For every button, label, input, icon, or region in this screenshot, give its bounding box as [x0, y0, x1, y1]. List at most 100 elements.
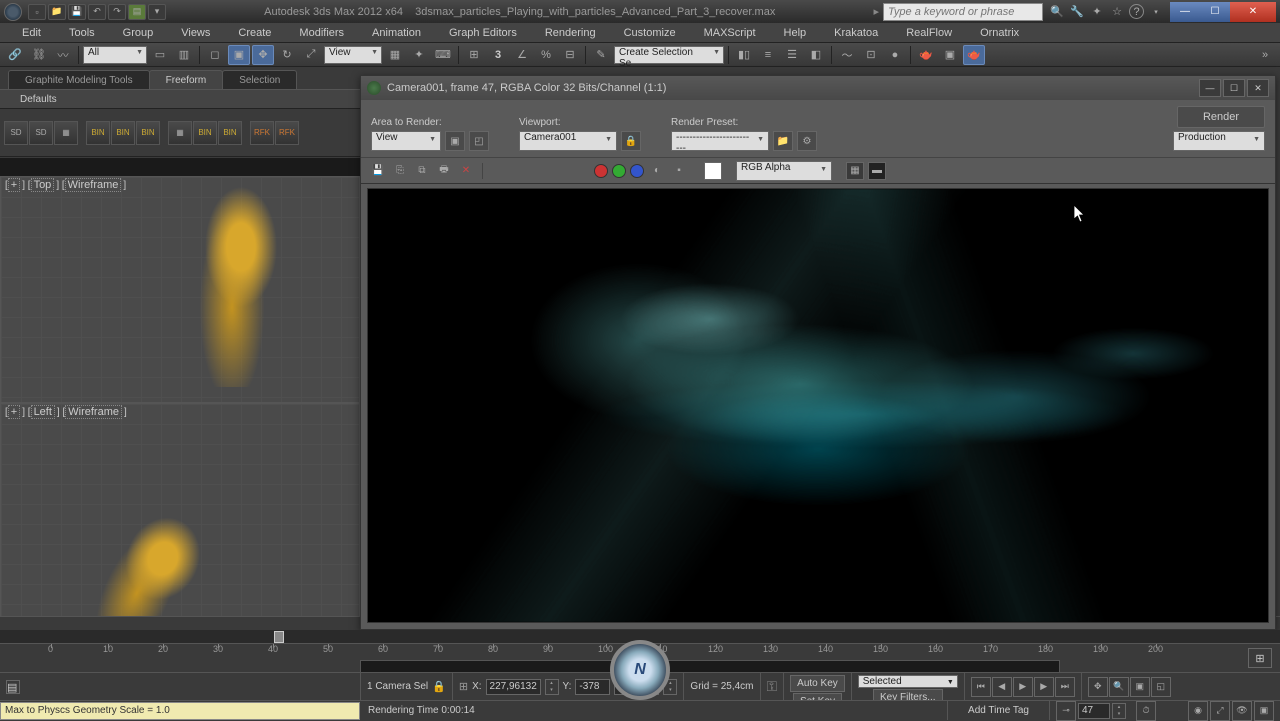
menu-help[interactable]: Help — [770, 25, 821, 41]
production-combo[interactable]: Production — [1173, 131, 1265, 151]
nav-orbit-icon[interactable]: ◉ — [1188, 701, 1208, 721]
preset-load-icon[interactable]: 📁 — [773, 131, 793, 151]
select-name-icon[interactable]: ▥ — [173, 45, 195, 65]
nav-maxtoggle-icon[interactable]: ▣ — [1254, 701, 1274, 721]
ref-coord-combo[interactable]: View — [324, 46, 382, 64]
move-icon[interactable]: ✥ — [252, 45, 274, 65]
time-slider-thumb[interactable] — [274, 631, 284, 643]
qat-save[interactable]: 💾 — [68, 4, 86, 20]
toggle-ui-icon[interactable]: ▬ — [868, 162, 886, 180]
menu-realflow[interactable]: RealFlow — [892, 25, 966, 41]
ribbon-btn-2[interactable]: SD — [29, 121, 53, 145]
menu-edit[interactable]: Edit — [8, 25, 55, 41]
binoculars-icon[interactable]: 🔍 — [1049, 4, 1065, 20]
channel-red[interactable] — [594, 164, 608, 178]
align-icon[interactable]: ≡ — [757, 45, 779, 65]
nav-walk-icon[interactable]: 👁 — [1232, 701, 1252, 721]
ribbon-btn-11[interactable]: RFK — [275, 121, 299, 145]
window-crossing-icon[interactable]: ▣ — [228, 45, 250, 65]
qat-undo[interactable]: ↶ — [88, 4, 106, 20]
goto-end-icon[interactable]: ⏭ — [1055, 677, 1075, 697]
tab-selection[interactable]: Selection — [222, 70, 297, 89]
wrench-icon[interactable]: 🔧 — [1069, 4, 1085, 20]
menu-krakatoa[interactable]: Krakatoa — [820, 25, 892, 41]
toolbar-overflow-icon[interactable]: » — [1254, 45, 1276, 65]
select-region-icon[interactable]: ◻ — [204, 45, 226, 65]
clear-icon[interactable]: ✕ — [457, 162, 475, 180]
layers-icon[interactable]: ☰ — [781, 45, 803, 65]
viewport-left-label[interactable]: [+] [Left] [Wireframe] — [5, 406, 127, 418]
mirror-icon[interactable]: ▮▯ — [733, 45, 755, 65]
x-coord-input[interactable] — [486, 679, 541, 695]
selection-filter-combo[interactable]: All — [83, 46, 147, 64]
viewport-combo[interactable]: Camera001 — [519, 131, 617, 151]
auto-key-button[interactable]: Auto Key — [790, 675, 845, 692]
add-time-tag[interactable]: Add Time Tag — [947, 701, 1050, 720]
window-close[interactable]: ✕ — [1230, 2, 1276, 22]
lock-icon[interactable]: 🔒 — [621, 131, 641, 151]
qat-open[interactable]: 📁 — [48, 4, 66, 20]
next-frame-icon[interactable]: ▶ — [1034, 677, 1054, 697]
window-maximize[interactable]: ☐ — [1200, 2, 1230, 22]
mono-icon[interactable]: ▪ — [670, 162, 688, 180]
ribbon-btn-1[interactable]: SD — [4, 121, 28, 145]
app-icon[interactable] — [4, 3, 22, 21]
qat-project[interactable]: ▤ — [128, 4, 146, 20]
help-search-input[interactable] — [883, 3, 1043, 21]
ribbon-btn-8[interactable]: BIN — [193, 121, 217, 145]
keyboard-icon[interactable]: ⌨ — [432, 45, 454, 65]
render-output-viewport[interactable] — [367, 188, 1269, 623]
named-selection-combo[interactable]: Create Selection Se — [614, 46, 724, 64]
track-bar[interactable] — [360, 660, 1060, 672]
qat-redo[interactable]: ↷ — [108, 4, 126, 20]
swatch-white[interactable] — [704, 162, 722, 180]
lock-selection-icon[interactable]: 🔒 — [432, 680, 446, 693]
tab-freeform[interactable]: Freeform — [149, 70, 224, 89]
help-dropdown-icon[interactable]: ▾ — [1148, 4, 1164, 20]
key-mode-icon[interactable]: ⊸ — [1056, 701, 1076, 721]
menu-views[interactable]: Views — [167, 25, 224, 41]
script-toggle-icon[interactable]: ▤ — [6, 680, 20, 694]
viewport-top-label[interactable]: [+] [Top] [Wireframe] — [5, 179, 126, 191]
menu-ornatrix[interactable]: Ornatrix — [966, 25, 1033, 41]
channel-green[interactable] — [612, 164, 626, 178]
select-object-icon[interactable]: ▭ — [149, 45, 171, 65]
render-icon[interactable]: 🫖 — [963, 45, 985, 65]
prev-frame-icon[interactable]: ◀ — [992, 677, 1012, 697]
layer-manager-icon[interactable]: ◧ — [805, 45, 827, 65]
curve-editor-icon[interactable]: 〜 — [836, 45, 858, 65]
key-mode-combo[interactable]: Selected — [858, 675, 958, 688]
center-icon[interactable]: ▦ — [384, 45, 406, 65]
key-icon[interactable]: ⚿ — [767, 678, 778, 695]
frame-spinner[interactable]: ▴▾ — [1112, 703, 1126, 719]
clone-icon[interactable]: ⧉ — [413, 162, 431, 180]
print-icon[interactable]: 🖶 — [435, 162, 453, 180]
menu-tools[interactable]: Tools — [55, 25, 109, 41]
menu-animation[interactable]: Animation — [358, 25, 435, 41]
menu-modifiers[interactable]: Modifiers — [285, 25, 358, 41]
area-edit-icon[interactable]: ▣ — [445, 131, 465, 151]
viewport-top[interactable]: [+] [Top] [Wireframe] — [0, 176, 360, 403]
nav-zoom-icon[interactable]: 🔍 — [1109, 677, 1129, 697]
nav-pan-icon[interactable]: ✥ — [1088, 677, 1108, 697]
overlay-icon[interactable]: ▦ — [846, 162, 864, 180]
snap-icon[interactable]: 3 — [487, 45, 509, 65]
qat-more[interactable]: ▾ — [148, 4, 166, 20]
material-icon[interactable]: ● — [884, 45, 906, 65]
help-icon[interactable]: ? — [1129, 4, 1144, 19]
nav-fov-icon[interactable]: ▣ — [1130, 677, 1150, 697]
menu-maxscript[interactable]: MAXScript — [690, 25, 770, 41]
play-icon[interactable]: ▶ — [1013, 677, 1033, 697]
maxscript-output[interactable]: Max to Physcs Geometry Scale = 1.0 — [0, 702, 360, 720]
channel-blue[interactable] — [630, 164, 644, 178]
rotate-icon[interactable]: ↻ — [276, 45, 298, 65]
goto-start-icon[interactable]: ⏮ — [971, 677, 991, 697]
area-combo[interactable]: View — [371, 131, 441, 151]
ribbon-btn-6[interactable]: BIN — [136, 121, 160, 145]
menu-customize[interactable]: Customize — [610, 25, 690, 41]
render-setup-icon[interactable]: 🫖 — [915, 45, 937, 65]
scale-icon[interactable]: ⤢ — [300, 45, 322, 65]
render-setup-icon[interactable]: ⚙ — [797, 131, 817, 151]
menu-rendering[interactable]: Rendering — [531, 25, 610, 41]
copy-image-icon[interactable]: ⎘ — [391, 162, 409, 180]
